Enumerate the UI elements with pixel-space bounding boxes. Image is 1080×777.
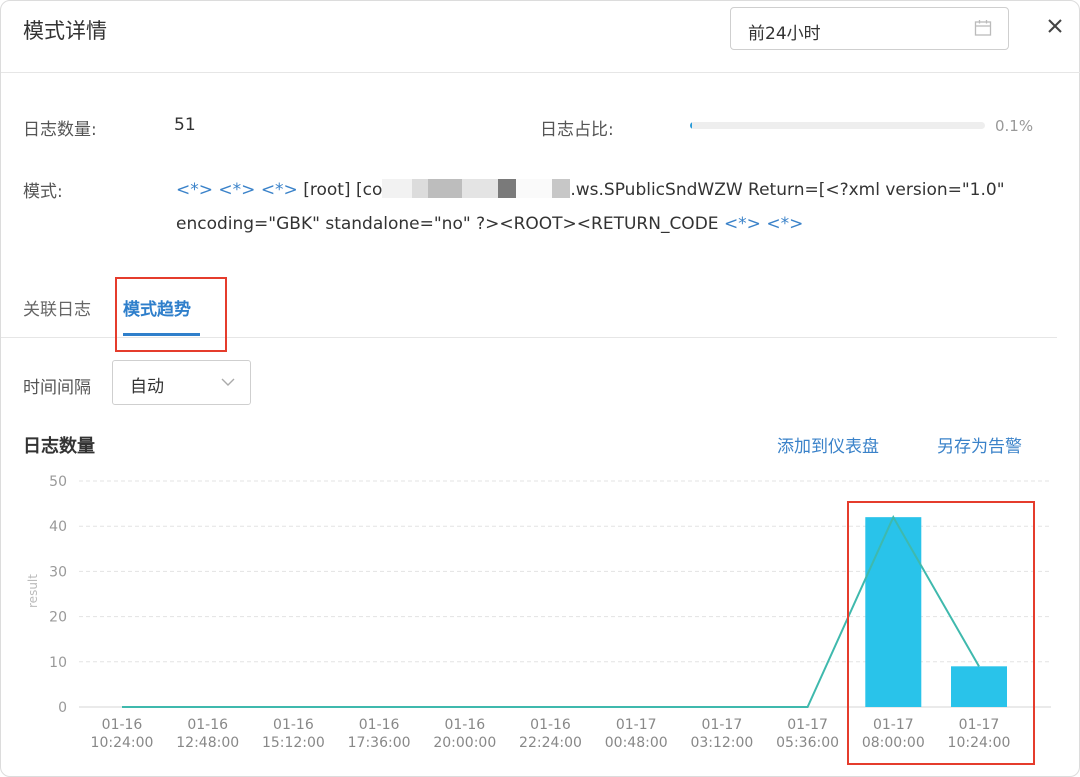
x-tick-label: 01-16 15:12:00 — [262, 717, 325, 751]
modal-header: 模式详情 前24小时 — [1, 1, 1080, 73]
pattern-wildcard: <*> — [766, 214, 804, 234]
calendar-icon — [974, 20, 992, 36]
save-as-alert-link[interactable]: 另存为告警 — [937, 432, 1022, 457]
modal-title: 模式详情 — [23, 19, 107, 43]
pattern-literal: .ws.SPublicSndWZW Return=[<?xml version=… — [176, 180, 1005, 234]
pattern-wildcard: <*> — [723, 214, 761, 234]
y-tick-label: 30 — [49, 564, 67, 580]
redacted-block — [498, 179, 517, 198]
x-tick-label: 01-17 05:36:00 — [776, 717, 839, 751]
log-ratio-fill — [690, 122, 692, 129]
x-tick-label: 01-16 22:24:00 — [519, 717, 582, 751]
redacted-block — [382, 179, 413, 198]
pattern-wildcard: <*> — [176, 180, 213, 200]
x-tick-label: 01-16 17:36:00 — [348, 717, 411, 751]
pattern-label: 模式: — [23, 182, 63, 202]
redacted-block — [412, 179, 429, 198]
log-count-label: 日志数量: — [23, 120, 97, 140]
chart-title: 日志数量 — [23, 436, 95, 457]
highlight-box-tab — [115, 277, 227, 352]
y-tick-label: 10 — [49, 655, 67, 671]
log-ratio-bar — [690, 122, 985, 129]
x-tick-label: 01-16 12:48:00 — [176, 717, 239, 751]
tab-related-logs[interactable]: 关联日志 — [23, 295, 91, 320]
pattern-wildcard: <*> — [218, 180, 256, 200]
pattern-text: <*> <*> <*> [root] [co .ws.SPublicSndWZW … — [176, 173, 1036, 241]
log-count-value: 51 — [174, 115, 196, 135]
log-ratio-label: 日志占比: — [540, 120, 614, 140]
y-tick-label: 40 — [49, 519, 67, 535]
x-tick-label: 01-16 10:24:00 — [91, 717, 154, 751]
modal-frame: 模式详情 前24小时 日志数量: 51 日志占比: 0.1% 模式: <*> <… — [0, 0, 1080, 777]
x-tick-label: 01-17 00:48:00 — [605, 717, 668, 751]
y-tick-label: 50 — [49, 474, 67, 490]
chevron-down-icon — [221, 378, 235, 386]
interval-label: 时间间隔 — [23, 378, 91, 398]
x-tick-label: 01-17 03:12:00 — [690, 717, 753, 751]
interval-select[interactable]: 自动 — [112, 360, 251, 405]
y-tick-label: 20 — [49, 610, 67, 626]
interval-select-value: 自动 — [130, 377, 164, 397]
redacted-block — [516, 179, 553, 198]
y-tick-label: 0 — [58, 700, 67, 716]
date-range-picker[interactable]: 前24小时 — [730, 7, 1009, 50]
highlight-box-bars — [847, 501, 1035, 765]
close-icon[interactable] — [1045, 16, 1065, 36]
redacted-block — [552, 179, 571, 198]
pattern-literal: [root] [co — [303, 180, 383, 200]
add-to-dashboard-link[interactable]: 添加到仪表盘 — [777, 432, 879, 457]
pattern-wildcard: <*> — [260, 180, 298, 200]
redacted-block — [428, 179, 463, 198]
log-ratio-value: 0.1% — [995, 117, 1034, 135]
redacted-block — [462, 179, 499, 198]
x-tick-label: 01-16 20:00:00 — [433, 717, 496, 751]
date-range-value: 前24小时 — [748, 24, 821, 44]
y-axis-label: result — [26, 574, 40, 608]
